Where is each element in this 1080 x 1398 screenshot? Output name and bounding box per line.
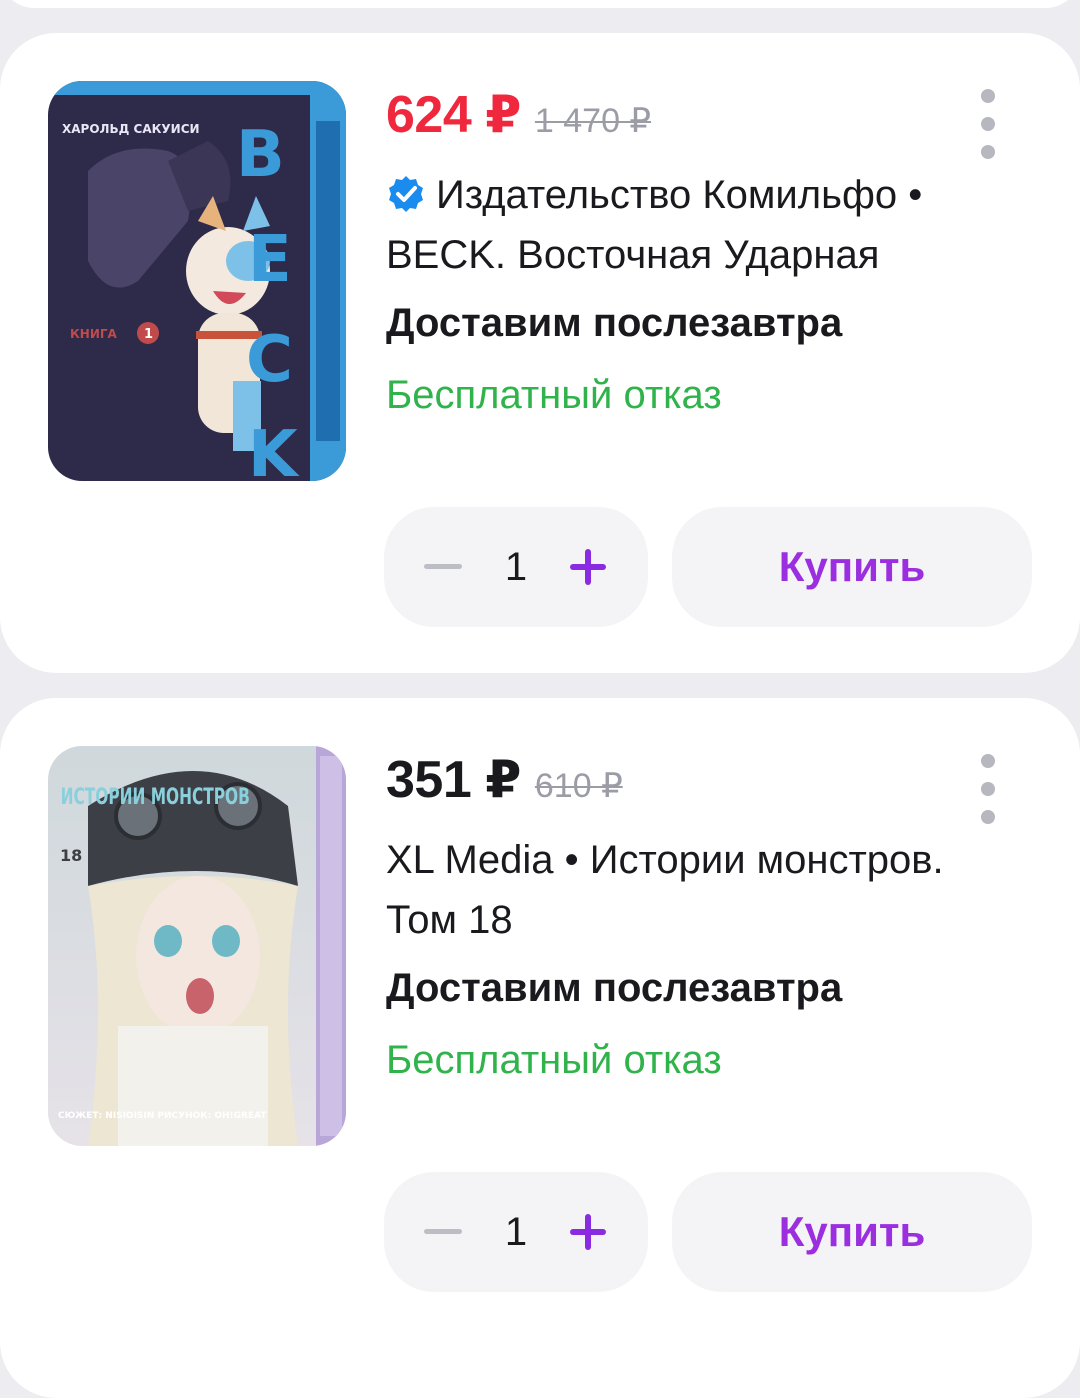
product-card[interactable]: ИСТОРИИ МОНСТРОВ 18 СЮЖЕТ: NISIOISIN РИС… (0, 698, 1080, 1398)
quantity-stepper[interactable]: 1 (384, 507, 648, 627)
buy-button[interactable]: Купить (672, 1172, 1032, 1292)
quantity-value: 1 (504, 545, 528, 589)
product-title-text: Издательство Комильфо • BECK. Восточная … (386, 173, 923, 277)
increase-quantity-button[interactable] (570, 1214, 606, 1250)
cover-volume: 18 (60, 846, 82, 865)
current-price: 624 ₽ (386, 86, 521, 144)
svg-text:C: C (246, 323, 293, 397)
svg-text:E: E (248, 223, 292, 297)
decrease-quantity-button[interactable] (424, 1229, 462, 1234)
increase-quantity-button[interactable] (570, 549, 606, 585)
verified-badge-icon (389, 176, 423, 212)
old-price: 610 ₽ (534, 767, 623, 805)
decrease-quantity-button[interactable] (424, 564, 462, 569)
buy-button[interactable]: Купить (672, 507, 1032, 627)
cover-credits: СЮЖЕТ: NISIOISIN РИСУНОК: OH!GREAT (58, 1111, 267, 1121)
old-price: 1 470 ₽ (534, 102, 652, 140)
cover-series: ИСТОРИИ МОНСТРОВ (61, 784, 250, 809)
cover-volume: 1 (144, 327, 153, 342)
product-info: 351 ₽ 610 ₽ XL Media • Истории монстров.… (386, 750, 1040, 1090)
quantity-stepper[interactable]: 1 (384, 1172, 648, 1292)
delivery-info: Доставим послезавтра (386, 301, 843, 345)
product-title[interactable]: Издательство Комильфо • BECK. Восточная … (386, 165, 986, 285)
cover-volume-label: КНИГА (70, 327, 118, 341)
product-info: 624 ₽ 1 470 ₽ Издательство Комильфо • BE… (386, 85, 1040, 425)
product-title[interactable]: XL Media • Истории монстров. Том 18 (386, 830, 986, 950)
more-options-icon[interactable] (976, 754, 1000, 824)
free-refund-label: Бесплатный отказ (386, 373, 722, 417)
free-refund-label: Бесплатный отказ (386, 1038, 722, 1082)
quantity-value: 1 (504, 1210, 528, 1254)
product-card[interactable]: ХАРОЛЬД САКУИСИ КНИГА 1 B E C K 624 ₽ 1 … (0, 33, 1080, 673)
product-cover-image[interactable]: ИСТОРИИ МОНСТРОВ 18 СЮЖЕТ: NISIOISIN РИС… (48, 746, 346, 1146)
product-title-text: XL Media • Истории монстров. Том 18 (386, 838, 944, 942)
product-cover-image[interactable]: ХАРОЛЬД САКУИСИ КНИГА 1 B E C K (48, 81, 346, 481)
cover-author: ХАРОЛЬД САКУИСИ (62, 122, 200, 136)
price-row: 351 ₽ 610 ₽ (386, 750, 1040, 820)
svg-text:B: B (236, 118, 285, 192)
more-options-icon[interactable] (976, 89, 1000, 159)
current-price: 351 ₽ (386, 751, 521, 809)
delivery-info: Доставим послезавтра (386, 966, 843, 1010)
price-row: 624 ₽ 1 470 ₽ (386, 85, 1040, 155)
previous-card (0, 0, 1080, 8)
svg-text:K: K (248, 418, 300, 481)
